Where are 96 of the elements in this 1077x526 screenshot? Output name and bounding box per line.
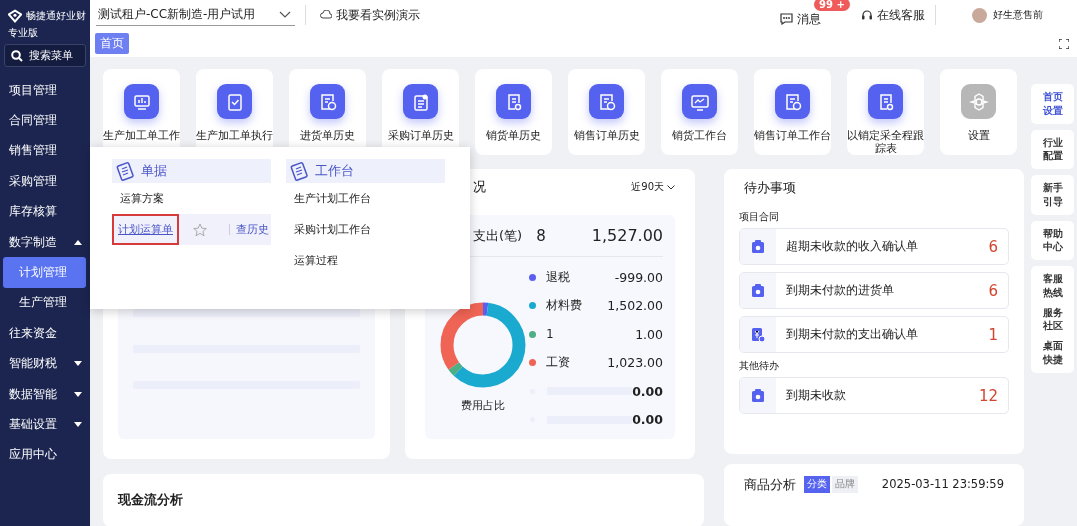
avatar bbox=[972, 7, 987, 23]
count-badge: 99 + bbox=[814, 0, 850, 11]
headset-icon bbox=[861, 9, 873, 21]
period-select[interactable]: 近90天 bbox=[631, 180, 675, 194]
user-menu[interactable]: 好生意售前 bbox=[972, 7, 1043, 23]
shortcut-label: 生产加工单工作 bbox=[102, 129, 181, 142]
menu-item[interactable]: 采购管理 bbox=[0, 166, 90, 197]
section-header: 工作台 bbox=[286, 159, 445, 183]
legend-label: 材料费 bbox=[546, 298, 583, 314]
shortcut-card[interactable]: 销售订单历史 bbox=[568, 69, 645, 155]
toggle-tab[interactable]: 分类 bbox=[804, 476, 831, 493]
section-header: 单据 bbox=[112, 159, 271, 183]
count-label: 支出(笔) bbox=[473, 226, 523, 245]
card-title: 待办事项 bbox=[743, 179, 798, 197]
shortcut-label: 销货单历史 bbox=[485, 129, 542, 142]
legend-value: 0.00 bbox=[632, 383, 663, 399]
shortcut-card[interactable]: 以销定采全程跟踪表 bbox=[847, 69, 924, 155]
brand-name: 畅捷通好业财 bbox=[26, 9, 86, 23]
clipboard-icon bbox=[115, 161, 135, 181]
menu-link[interactable]: 生产计划工作台 bbox=[286, 183, 445, 214]
shortcut-card[interactable]: 销货单历史 bbox=[475, 69, 552, 155]
date-label: 2025-03-11 23:59:59 bbox=[881, 476, 1004, 491]
group-label: 项目合同 bbox=[739, 211, 781, 224]
star-icon[interactable] bbox=[193, 222, 207, 237]
menu-link[interactable]: 计划运算单 bbox=[112, 214, 179, 245]
search-field[interactable]: 搜索菜单 bbox=[4, 44, 86, 67]
todo-item[interactable]: 到期未收款 12 bbox=[739, 377, 1009, 414]
edition-label: 专业版 bbox=[7, 26, 39, 40]
menu-item[interactable]: 往来资金 bbox=[0, 318, 90, 349]
messages-button[interactable]: 消息 bbox=[780, 10, 821, 28]
legend-value: 1,023.00 bbox=[607, 355, 663, 371]
cloud-icon bbox=[320, 10, 333, 20]
todo-item[interactable]: 到期未付款的进货单 6 bbox=[739, 272, 1009, 309]
shortcut-label: 以销定采全程跟踪表 bbox=[846, 129, 925, 155]
menu-item[interactable]: 应用中心 bbox=[0, 439, 90, 471]
clipboard-icon bbox=[750, 239, 766, 254]
clipboard-icon bbox=[750, 388, 766, 403]
fullscreen-icon[interactable] bbox=[1059, 38, 1069, 49]
legend-value: -999.00 bbox=[614, 269, 663, 285]
shortcut-label: 销售订单工作台 bbox=[753, 129, 832, 142]
submenu-item[interactable]: 生产管理 bbox=[3, 287, 86, 319]
clipboard-icon bbox=[750, 283, 766, 298]
demo-link[interactable]: 我要看实例演示 bbox=[320, 6, 421, 24]
card-title: 商品分析 bbox=[744, 476, 797, 494]
legend-value: 1,502.00 bbox=[607, 298, 663, 314]
legend-label: 1 bbox=[546, 327, 554, 342]
menu-item[interactable]: 合同管理 bbox=[0, 105, 90, 136]
chevron-down-icon bbox=[667, 184, 675, 190]
shortcut-card[interactable]: 设置 bbox=[940, 69, 1017, 155]
chevron-down-icon bbox=[279, 11, 292, 18]
legend-label: 退税 bbox=[546, 269, 571, 285]
shortcut-label: 设置 bbox=[966, 129, 991, 142]
todo-count: 6 bbox=[988, 237, 998, 256]
chart-caption: 费用占比 bbox=[461, 398, 506, 413]
search-icon bbox=[11, 49, 23, 62]
shortcut-card[interactable]: 销货工作台 bbox=[661, 69, 738, 155]
legend-label: 工资 bbox=[546, 355, 571, 371]
todo-item[interactable]: 到期未付款的支出确认单 1 bbox=[739, 316, 1009, 353]
tenant-select[interactable]: 测试租户-CC新制造-用户试用 bbox=[96, 4, 296, 26]
menu-item[interactable]: 基础设置 bbox=[0, 409, 90, 440]
todo-count: 6 bbox=[988, 281, 998, 300]
menu-item[interactable]: 智能财税 bbox=[0, 348, 90, 379]
clipboard-icon bbox=[289, 161, 309, 181]
todo-count: 1 bbox=[988, 325, 998, 344]
service-button[interactable]: 在线客服 bbox=[861, 6, 925, 24]
logo-icon bbox=[8, 8, 22, 24]
menu-item[interactable]: 项目管理 bbox=[0, 75, 90, 106]
menu-link[interactable]: 采购计划工作台 bbox=[286, 214, 445, 245]
todo-count: 12 bbox=[978, 386, 998, 405]
shortcut-label: 进货单历史 bbox=[299, 129, 356, 142]
menu-item[interactable]: 库存核算 bbox=[0, 196, 90, 227]
shortcut-label: 生产加工单执行 bbox=[195, 129, 274, 142]
rail-item[interactable]: 服务社区 bbox=[1041, 302, 1064, 337]
shortcut-label: 销售订单历史 bbox=[572, 129, 641, 142]
menu-link[interactable]: 运算方案 bbox=[112, 183, 271, 214]
card-title: 况 bbox=[473, 178, 486, 196]
chat-icon bbox=[780, 13, 793, 25]
rail-item[interactable]: 客服热线 bbox=[1041, 269, 1064, 303]
legend-value: 0.00 bbox=[632, 412, 663, 428]
shortcut-label: 销货工作台 bbox=[671, 129, 728, 142]
count-value: 8 bbox=[536, 226, 546, 245]
card-title: 现金流分析 bbox=[118, 492, 183, 507]
shortcut-card[interactable]: 销售订单工作台 bbox=[754, 69, 831, 155]
todo-item[interactable]: 超期未收款的收入确认单 6 bbox=[739, 228, 1009, 265]
menu-item[interactable]: 销售管理 bbox=[0, 135, 90, 167]
tab[interactable]: 首页 bbox=[95, 33, 129, 54]
menu-item[interactable]: 数据智能 bbox=[0, 378, 90, 410]
group-label: 其他待办 bbox=[739, 360, 781, 373]
history-link[interactable]: 查历史 bbox=[229, 224, 271, 235]
menu-link[interactable]: 运算过程 bbox=[286, 245, 445, 276]
shortcut-label: 采购订单历史 bbox=[386, 129, 455, 142]
total-amount: 1,527.00 bbox=[591, 226, 663, 245]
rail-item[interactable]: 桌面快捷 bbox=[1041, 336, 1064, 370]
menu-item[interactable]: 数字制造 bbox=[0, 226, 90, 258]
legend-value: 1.00 bbox=[635, 326, 663, 342]
submenu-item[interactable]: 计划管理 bbox=[3, 257, 86, 288]
